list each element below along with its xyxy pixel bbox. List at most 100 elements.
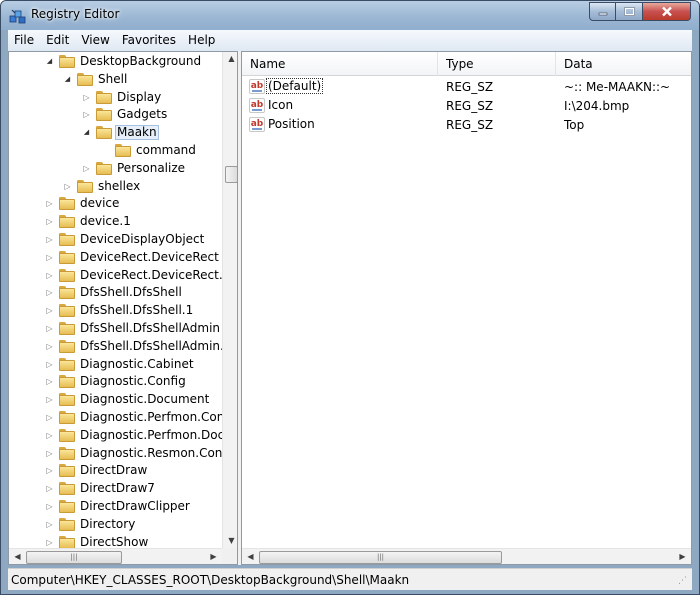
collapse-arrow-icon[interactable]: ◢	[45, 57, 54, 66]
expand-arrow-icon[interactable]: ▷	[45, 502, 54, 511]
scroll-down-icon[interactable]: ▼	[223, 536, 237, 545]
menu-file[interactable]: File	[8, 30, 40, 51]
menu-view[interactable]: View	[75, 30, 115, 51]
tree-item[interactable]: ▷ DirectDrawClipper	[9, 498, 222, 516]
collapse-arrow-icon[interactable]: ◢	[63, 75, 72, 84]
expand-arrow-icon[interactable]: ▷	[82, 93, 91, 102]
tree-item[interactable]: ▷ Diagnostic.Cabinet	[9, 356, 222, 374]
expand-arrow-icon[interactable]: ▷	[45, 395, 54, 404]
column-header-name[interactable]: Name	[242, 52, 438, 76]
tree-item[interactable]: ▷ Personalize	[9, 160, 222, 178]
scroll-right-icon[interactable]: ▶	[205, 552, 222, 561]
scroll-left-icon[interactable]: ◀	[242, 552, 259, 561]
tree-item[interactable]: ▷ DeviceDisplayObject	[9, 231, 222, 249]
string-value-icon: ab	[249, 79, 265, 94]
expand-arrow-icon[interactable]: ▷	[45, 466, 54, 475]
tree-item[interactable]: ▷ device.1	[9, 213, 222, 231]
expand-arrow-icon[interactable]: ▷	[45, 306, 54, 315]
tree-item[interactable]: command	[9, 142, 222, 160]
scroll-left-icon[interactable]: ◀	[9, 552, 26, 561]
menu-edit[interactable]: Edit	[40, 30, 75, 51]
folder-icon	[96, 126, 112, 140]
tree-vertical-scrollbar[interactable]: ▲ ▼	[222, 52, 237, 548]
tree-item[interactable]: ▷ DfsShell.DfsShell	[9, 284, 222, 302]
expand-arrow-icon[interactable]: ▷	[45, 342, 54, 351]
tree-item[interactable]: ▷ DfsShell.DfsShell.1	[9, 302, 222, 320]
tree-item[interactable]: ▷ DirectDraw7	[9, 480, 222, 498]
scroll-up-icon[interactable]: ▲	[223, 54, 237, 63]
tree-item[interactable]: ▷ DeviceRect.DeviceRect.1	[9, 267, 230, 285]
tree-vertical-scroll-thumb[interactable]	[225, 166, 237, 183]
title-bar[interactable]: Registry Editor	[1, 1, 699, 30]
tree-item[interactable]: ▷ DfsShell.DfsShellAdmin	[9, 320, 222, 338]
scroll-right-icon[interactable]: ▶	[674, 552, 691, 561]
expand-arrow-icon[interactable]: ▷	[45, 235, 54, 244]
tree-horizontal-scroll-thumb[interactable]: |||	[26, 551, 122, 564]
column-header-type[interactable]: Type	[438, 52, 556, 76]
tree-item[interactable]: ▷ Display	[9, 89, 222, 107]
column-header-data[interactable]: Data	[556, 52, 691, 76]
tree-item[interactable]: ▷ Diagnostic.Config	[9, 373, 222, 391]
expand-arrow-icon[interactable]: ▷	[45, 360, 54, 369]
tree-item[interactable]: ▷ DirectDraw	[9, 462, 222, 480]
folder-icon	[59, 304, 75, 318]
registry-editor-icon	[9, 9, 26, 24]
expand-arrow-icon[interactable]: ▷	[45, 271, 54, 280]
expand-arrow-icon[interactable]: ▷	[45, 413, 54, 422]
values-horizontal-scroll-thumb[interactable]: |||	[259, 551, 502, 564]
menu-help[interactable]: Help	[182, 30, 221, 51]
tree-item[interactable]: ▷ Diagnostic.Document	[9, 391, 222, 409]
tree-item[interactable]: ▷ Diagnostic.Perfmon.Con	[9, 409, 224, 427]
collapse-arrow-icon[interactable]: ◢	[82, 128, 91, 137]
tree-item-label: DesktopBackground	[80, 54, 202, 68]
expand-arrow-icon[interactable]: ▷	[63, 182, 72, 191]
expand-arrow-icon[interactable]: ▷	[45, 520, 54, 529]
value-data: ~:: Me-MAAKN::~	[564, 80, 671, 94]
values-list-pane[interactable]: Name Type Data ab (Default) REG_SZ ~:: M…	[241, 51, 692, 565]
expand-arrow-icon[interactable]: ▷	[45, 199, 54, 208]
tree-item[interactable]: ◢ Shell	[9, 71, 222, 89]
tree-item[interactable]: ▷ Diagnostic.Perfmon.Doc	[9, 427, 224, 445]
tree-item-label: Directory	[80, 516, 136, 531]
expand-arrow-icon[interactable]: ▷	[45, 253, 54, 262]
maximize-button[interactable]	[616, 2, 643, 21]
tree-item-label: Maakn	[115, 125, 159, 141]
menu-favorites[interactable]: Favorites	[116, 30, 182, 51]
expand-arrow-icon[interactable]: ▷	[82, 164, 91, 173]
value-row-default[interactable]: ab (Default) REG_SZ ~:: Me-MAAKN::~	[242, 77, 691, 96]
expand-arrow-icon[interactable]: ▷	[45, 324, 54, 333]
tree-item[interactable]: ▷ DeviceRect.DeviceRect	[9, 249, 222, 267]
tree-item[interactable]: ▷ shellex	[9, 178, 222, 196]
tree-item-label: command	[136, 143, 196, 157]
tree-item-label: DfsShell.DfsShellAdmin	[80, 321, 221, 335]
tree-item[interactable]: ▷ Directory	[9, 516, 222, 534]
key-tree-pane[interactable]: ◢ DesktopBackground ◢ Shell ▷ Display ▷ Gadgets…	[8, 51, 238, 565]
tree-item[interactable]: ▷ Diagnostic.Resmon.Conf	[9, 445, 227, 463]
value-row-position[interactable]: ab Position REG_SZ Top	[242, 115, 691, 134]
expand-arrow-icon[interactable]: ▷	[45, 449, 54, 458]
expand-arrow-icon[interactable]: ▷	[82, 110, 91, 119]
close-button[interactable]	[643, 2, 691, 21]
tree-item[interactable]: ▷ DfsShell.DfsShellAdmin.1	[9, 338, 232, 356]
tree-item-label: DeviceRect.DeviceRect.1	[80, 267, 231, 282]
expand-arrow-icon[interactable]: ▷	[45, 484, 54, 493]
registry-editor-window: Registry Editor File Edit View Favorites…	[0, 0, 700, 595]
tree-item[interactable]: ◢ DesktopBackground	[9, 53, 222, 71]
folder-icon	[59, 428, 75, 442]
expand-arrow-icon[interactable]: ▷	[45, 288, 54, 297]
expand-arrow-icon[interactable]: ▷	[45, 377, 54, 386]
folder-icon	[96, 108, 112, 122]
tree-item[interactable]: ▷ Gadgets	[9, 106, 222, 124]
expand-arrow-icon[interactable]: ▷	[45, 217, 54, 226]
tree-item[interactable]: ◢ Maakn	[9, 124, 222, 142]
expand-arrow-icon[interactable]: ▷	[45, 538, 54, 547]
value-type: REG_SZ	[446, 99, 494, 113]
tree-item-label: shellex	[98, 178, 141, 193]
values-horizontal-scrollbar[interactable]: ◀ ||| ▶	[242, 548, 691, 564]
value-row-icon[interactable]: ab Icon REG_SZ I:\204.bmp	[242, 96, 691, 115]
minimize-button[interactable]	[589, 2, 616, 21]
tree-horizontal-scrollbar[interactable]: ◀ ||| ▶	[9, 548, 222, 564]
resize-grip-icon[interactable]: ⋰	[678, 576, 690, 588]
tree-item[interactable]: ▷ device	[9, 195, 222, 213]
expand-arrow-icon[interactable]: ▷	[45, 431, 54, 440]
